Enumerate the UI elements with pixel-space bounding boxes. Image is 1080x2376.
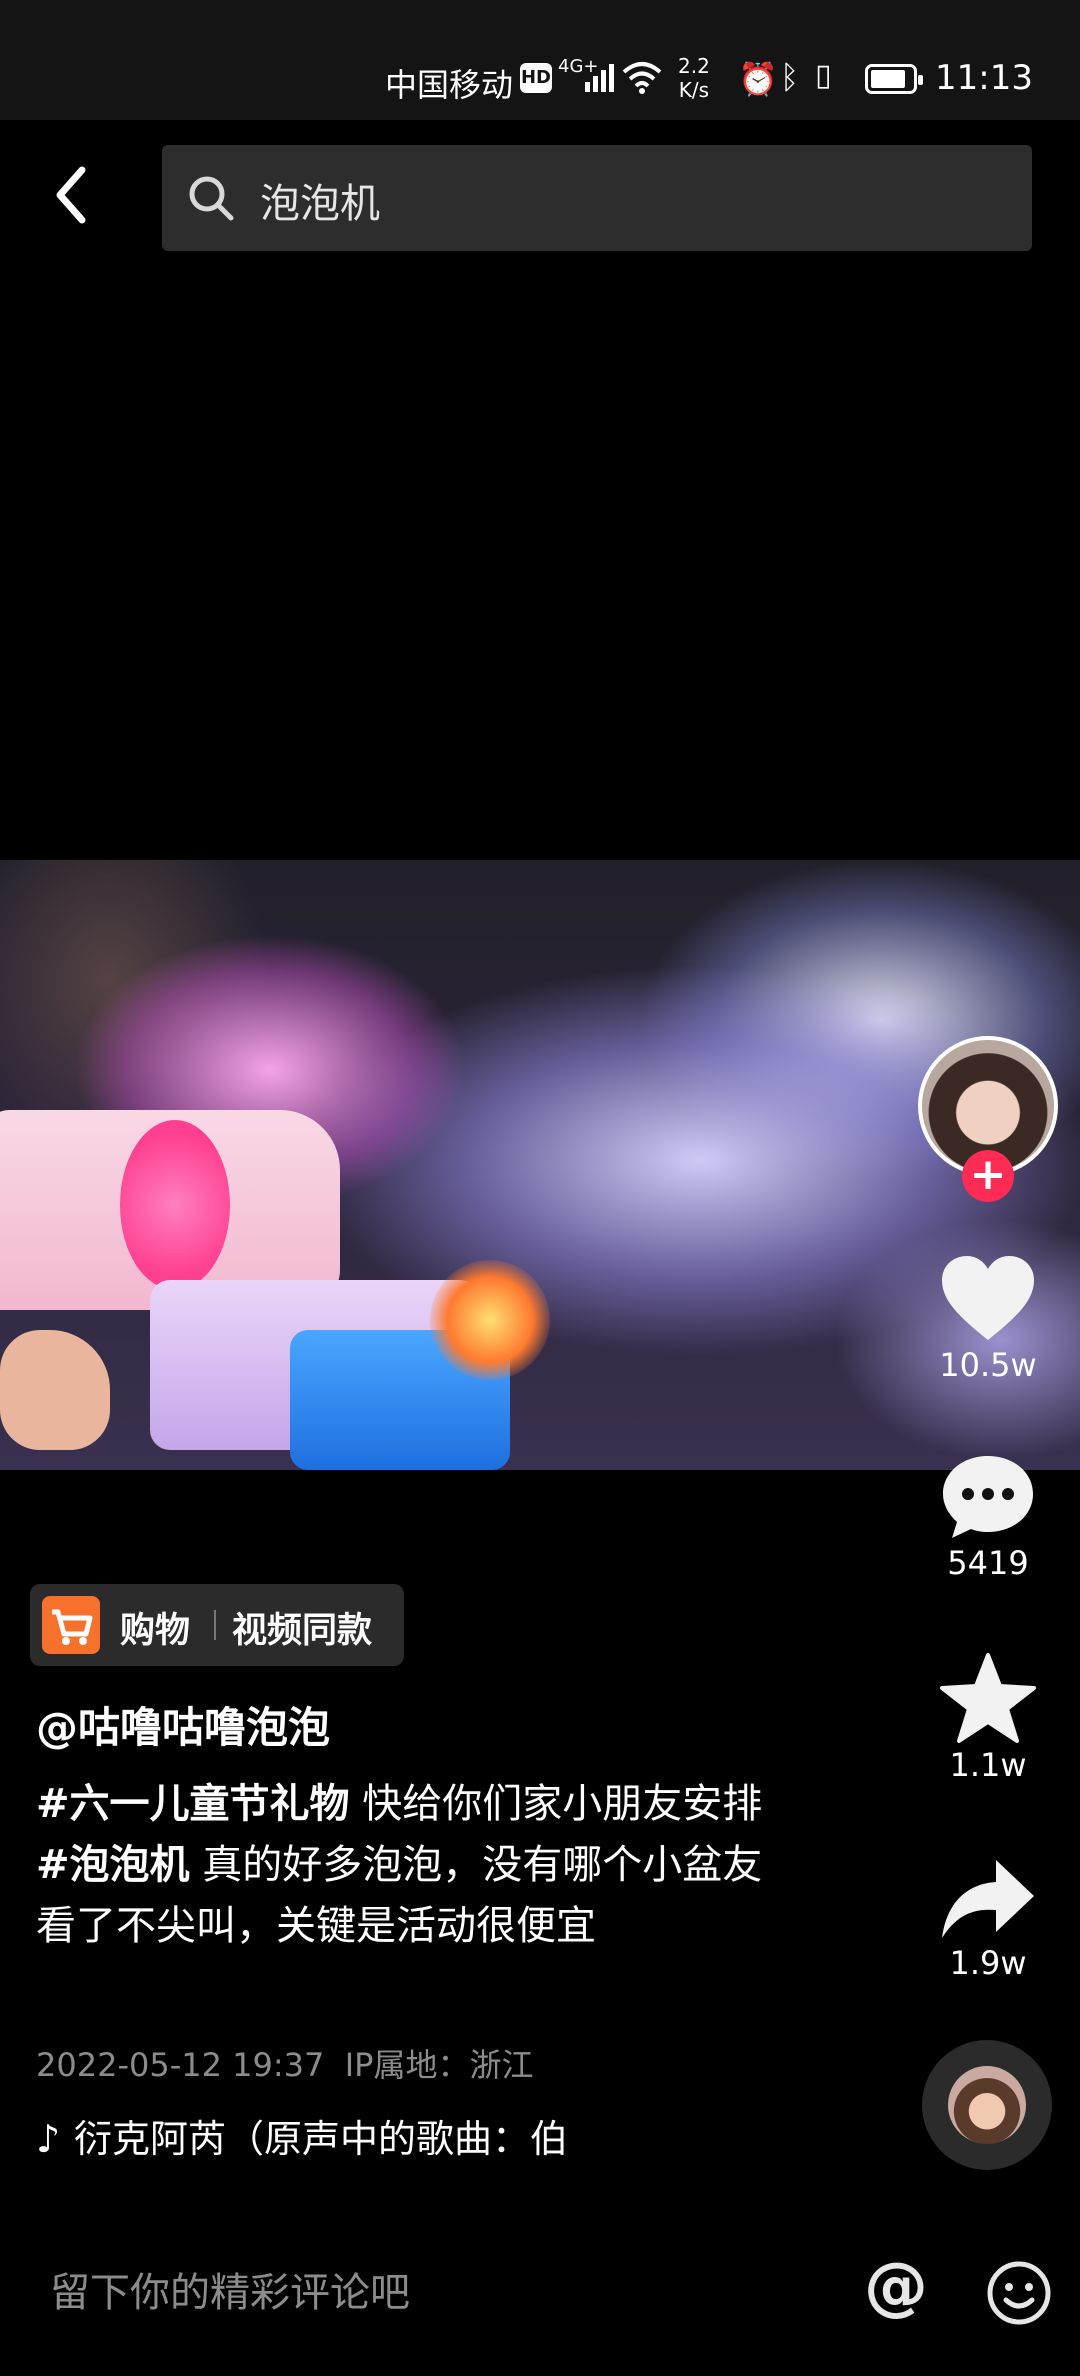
favorite-count: 1.1w	[949, 1746, 1027, 1784]
music-cover	[948, 2066, 1026, 2144]
video-frame-nozzle-glow	[120, 1120, 230, 1290]
mention-icon[interactable]: @	[864, 2250, 928, 2324]
share-count: 1.9w	[949, 1944, 1027, 1982]
video-frame-rainbow-glow	[430, 1260, 550, 1380]
emoji-icon[interactable]	[986, 2260, 1052, 2326]
share-arrow-icon	[942, 1860, 1034, 1938]
vibrate-icon: ▯	[815, 58, 832, 93]
hd-badge: HD	[520, 63, 552, 93]
back-button[interactable]	[42, 160, 106, 230]
favorite-button[interactable]: 1.1w	[920, 1652, 1056, 1784]
battery-icon	[865, 64, 923, 94]
network-speed: 2.2 K/s	[678, 54, 710, 102]
star-icon	[940, 1653, 1036, 1743]
comment-count: 5419	[947, 1544, 1029, 1582]
share-button[interactable]: 1.9w	[920, 1856, 1056, 1982]
speed-value: 2.2	[678, 54, 710, 78]
music-note-icon: ♪	[36, 2117, 61, 2156]
shopping-label: 购物	[120, 1611, 191, 1651]
search-bar[interactable]: 泡泡机	[162, 145, 1032, 251]
heart-icon	[942, 1256, 1034, 1340]
same-style-label: 视频同款	[232, 1611, 373, 1651]
video-player[interactable]	[0, 860, 1080, 1470]
bluetooth-icon: ᛒ	[780, 58, 800, 96]
hashtag-link[interactable]: #六一儿童节礼物	[36, 1781, 350, 1827]
search-query: 泡泡机	[260, 181, 380, 227]
comment-button[interactable]: 5419	[920, 1452, 1056, 1582]
shopping-divider	[214, 1610, 216, 1640]
alarm-icon: ⏰	[738, 60, 778, 98]
clock: 11:13	[935, 58, 1033, 98]
wifi-icon	[622, 62, 662, 94]
cart-icon	[42, 1596, 100, 1654]
signal-icon	[585, 64, 617, 92]
music-marquee[interactable]: ♪ 衍克阿芮（原声中的歌曲：伯	[36, 2108, 576, 2156]
comment-icon	[943, 1456, 1033, 1538]
like-button[interactable]: 10.5w	[920, 1254, 1056, 1384]
post-meta: 2022-05-12 19:37 IP属地：浙江	[36, 2040, 533, 2086]
speed-unit: K/s	[678, 78, 710, 102]
music-title: 衍克阿芮（原声中的歌曲：伯	[74, 2117, 569, 2156]
description-text: 快给你们家小朋友安排	[349, 1781, 763, 1827]
carrier-name: 中国移动	[385, 66, 514, 104]
search-icon	[189, 176, 234, 221]
author-name[interactable]: @咕噜咕噜泡泡	[36, 1694, 330, 1755]
music-disc[interactable]	[922, 2040, 1052, 2170]
status-bar: 中国移动 HD 4G+ 2.2 K/s ⏰ ᛒ ▯ 11:13	[0, 0, 1080, 120]
post-date: 2022-05-12 19:37	[36, 2046, 325, 2084]
follow-plus-icon[interactable]: +	[962, 1150, 1014, 1202]
like-count: 10.5w	[939, 1346, 1037, 1384]
post-description: #六一儿童节礼物 快给你们家小朋友安排#泡泡机 真的好多泡泡，没有哪个小盆友看了…	[36, 1774, 776, 1957]
video-frame-hand	[0, 1330, 110, 1450]
comment-input[interactable]: 留下你的精彩评论吧	[50, 2260, 410, 2318]
comment-bar: 留下你的精彩评论吧 @	[0, 2230, 1080, 2376]
ip-location: IP属地：浙江	[344, 2046, 534, 2084]
shopping-tag[interactable]: 购物 视频同款	[30, 1584, 404, 1666]
hashtag-link[interactable]: #泡泡机	[36, 1842, 190, 1888]
